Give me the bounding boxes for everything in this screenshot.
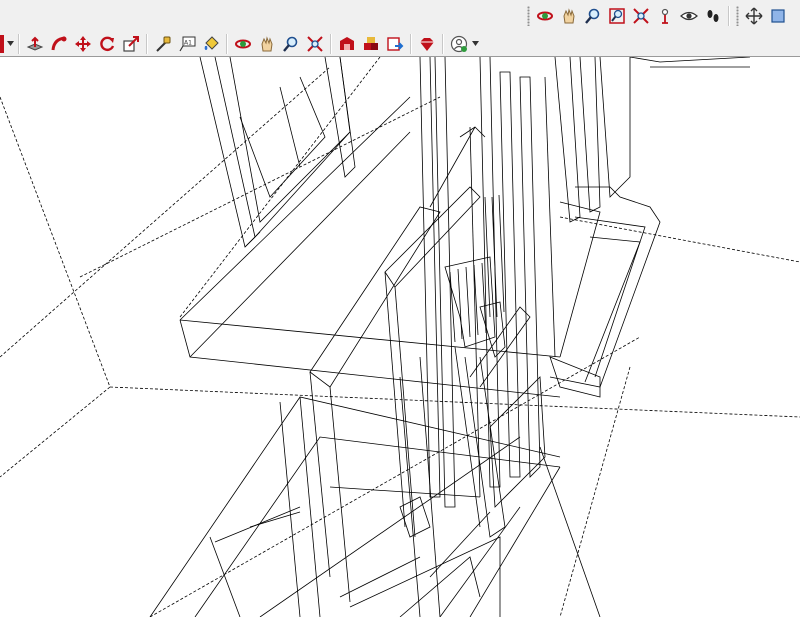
wireframe-model (0, 57, 800, 617)
display-section-icon[interactable] (767, 5, 789, 27)
move-icon[interactable] (72, 33, 94, 55)
paint-bucket-icon[interactable] (200, 33, 222, 55)
pan-icon[interactable] (558, 5, 580, 27)
text-tool-label: A1 (184, 39, 192, 46)
toolbar-separator (330, 33, 332, 54)
toolbar-separator (146, 33, 148, 54)
text-icon[interactable]: A1 (176, 33, 198, 55)
rotate-icon[interactable] (96, 33, 118, 55)
toolbar-grip[interactable] (527, 5, 530, 26)
look-around-icon[interactable] (678, 5, 700, 27)
toolbar-separator (442, 33, 444, 54)
position-camera-icon[interactable] (654, 5, 676, 27)
zoom-icon[interactable] (582, 5, 604, 27)
hidden-edges (0, 57, 800, 617)
zoom-extents-icon[interactable] (630, 5, 652, 27)
main-toolbar: A1 (0, 31, 800, 57)
toolbar-separator (728, 5, 730, 26)
warehouse-icon[interactable] (336, 33, 358, 55)
orbit-icon[interactable] (232, 33, 254, 55)
toolbar-separator (226, 33, 228, 54)
toolbar-separator (18, 33, 20, 54)
tape-measure-icon[interactable] (152, 33, 174, 55)
zoom-extents-icon[interactable] (304, 33, 326, 55)
toolbar-dropdown-arrow[interactable] (6, 33, 15, 55)
orbit-icon[interactable] (534, 5, 556, 27)
section-plane-icon[interactable] (743, 5, 765, 27)
camera-toolbar (0, 0, 800, 32)
camera-tools-group (524, 0, 790, 31)
push-pull-icon[interactable] (24, 33, 46, 55)
toolbar-grip[interactable] (736, 5, 739, 26)
follow-me-icon[interactable] (48, 33, 70, 55)
truncated-toolbar-icon[interactable] (0, 34, 4, 53)
share-model-icon[interactable] (384, 33, 406, 55)
zoom-icon[interactable] (280, 33, 302, 55)
toolbar-separator (410, 33, 412, 54)
components-icon[interactable] (360, 33, 382, 55)
pan-icon[interactable] (256, 33, 278, 55)
account-icon[interactable] (448, 33, 470, 55)
scale-icon[interactable] (120, 33, 142, 55)
account-dropdown-arrow[interactable] (471, 33, 480, 55)
extension-warehouse-icon[interactable] (416, 33, 438, 55)
walk-icon[interactable] (702, 5, 724, 27)
zoom-window-icon[interactable] (606, 5, 628, 27)
model-viewport[interactable] (0, 57, 800, 617)
edit-tools-group: A1 (0, 31, 480, 56)
